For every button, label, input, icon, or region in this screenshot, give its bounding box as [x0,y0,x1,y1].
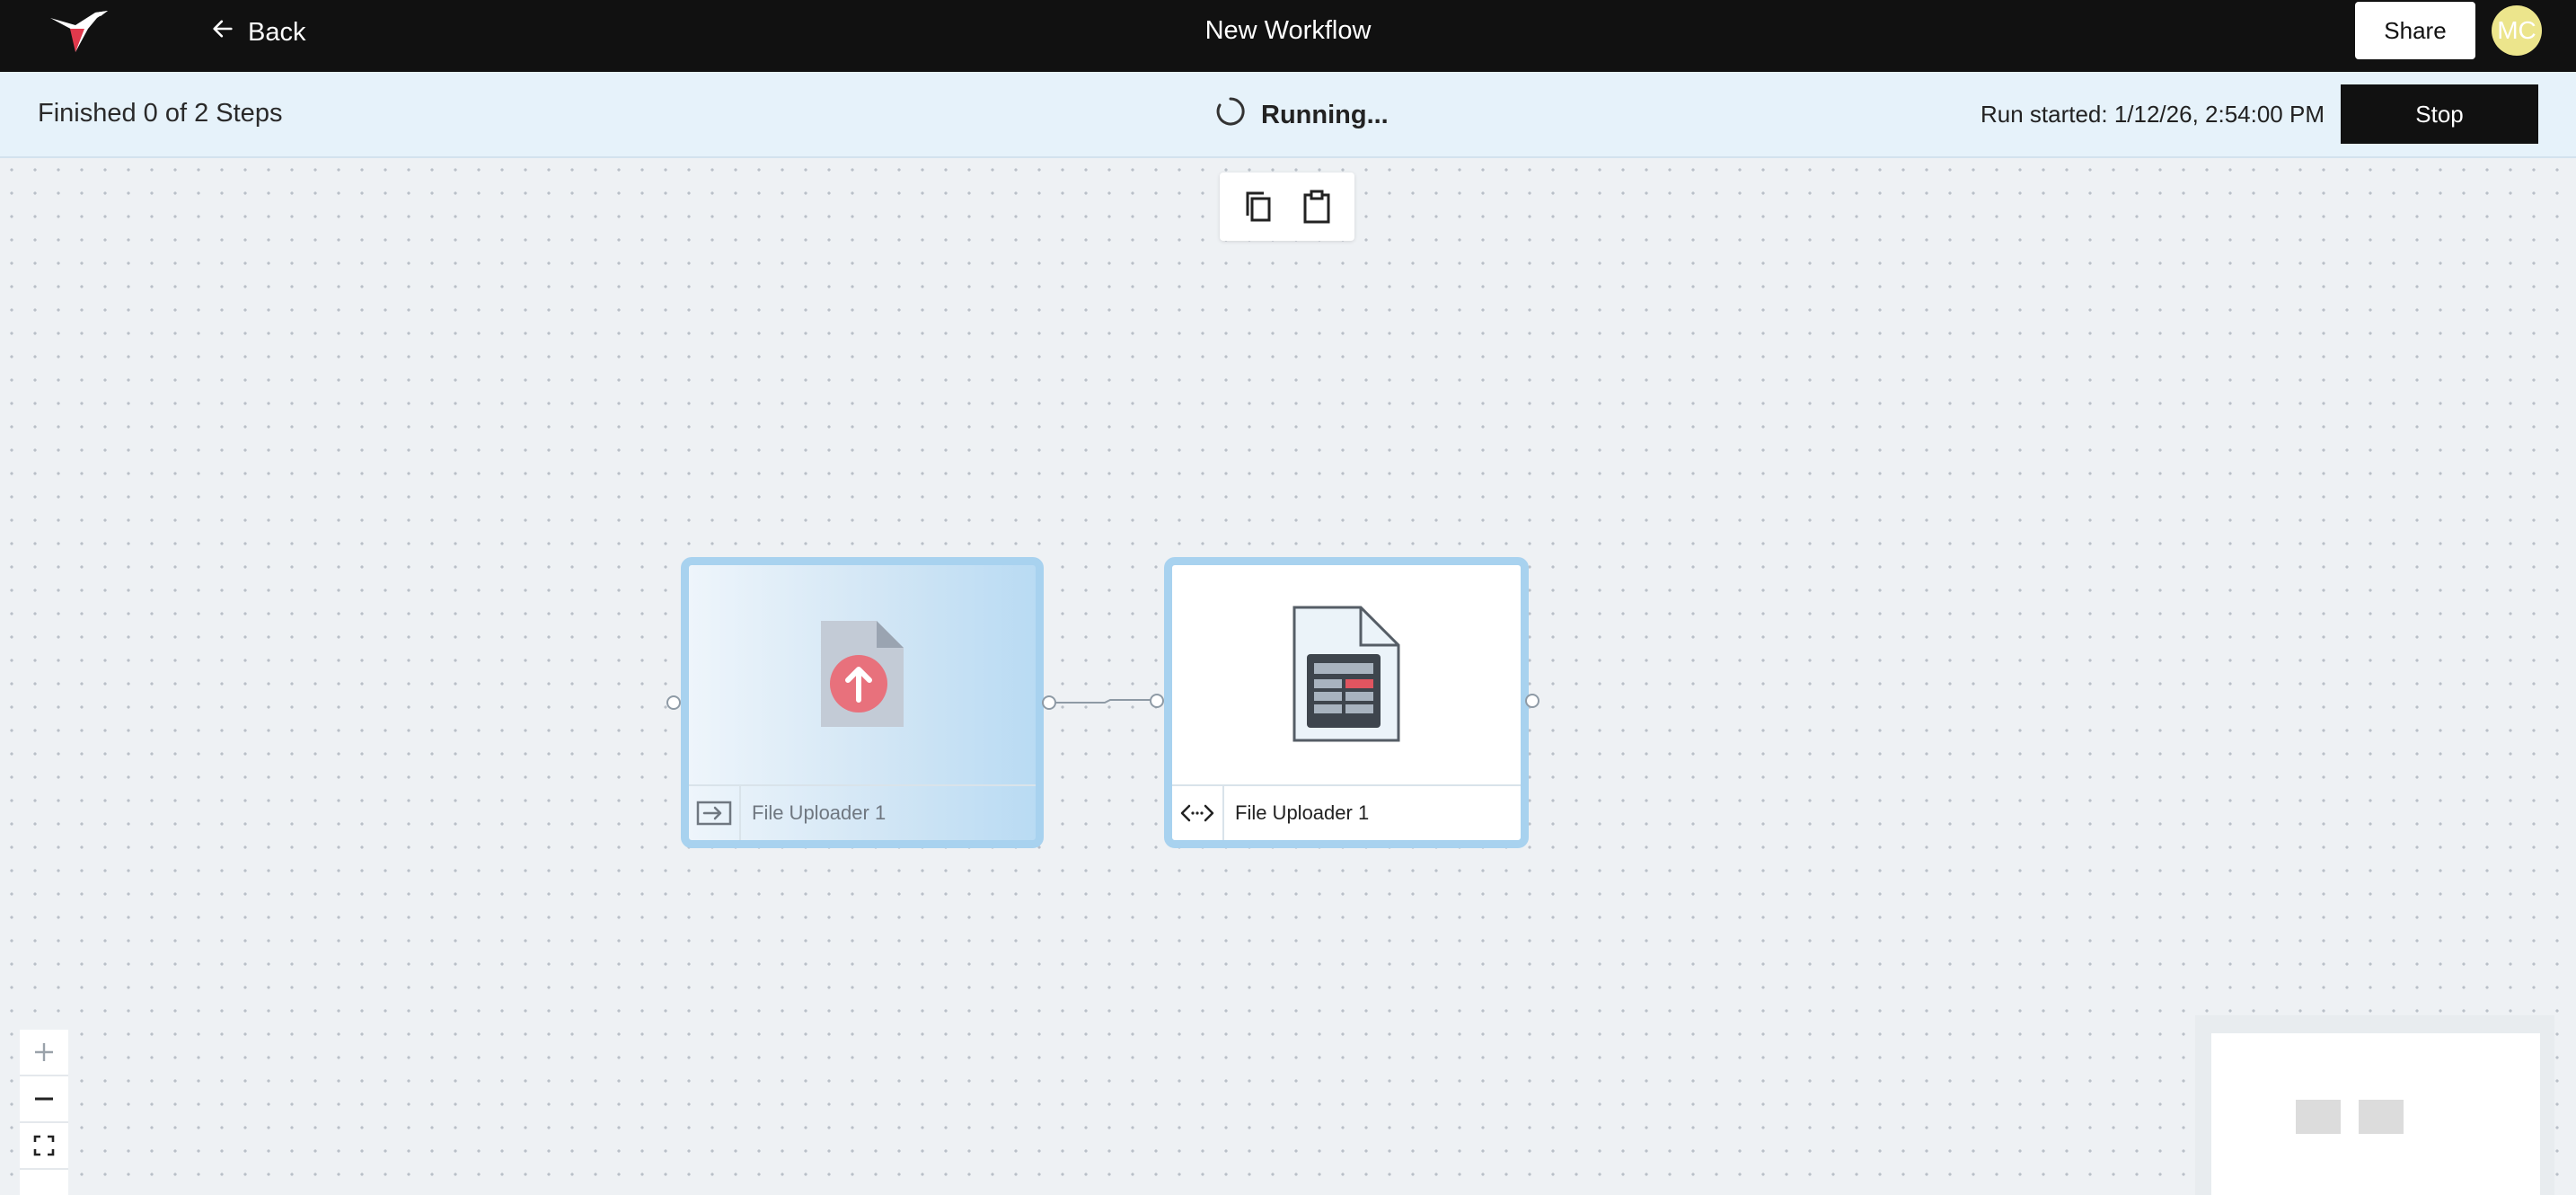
workflow-title: New Workflow [1204,16,1372,45]
running-label: Running... [1261,100,1389,129]
workflow-canvas[interactable]: File Uploader 1 File Uploader 1 [0,158,2576,1195]
code-icon [1172,786,1224,840]
lock-icon[interactable] [20,1170,68,1195]
node-label: File Uploader 1 [1235,801,1370,824]
zoom-controls [20,1030,68,1195]
user-avatar[interactable]: MC [2492,5,2542,56]
node-1-input-port[interactable] [666,695,681,710]
node-body [689,565,1036,786]
workflow-node-spreadsheet[interactable]: File Uploader 1 [1164,557,1529,848]
run-status-bar: Finished 0 of 2 Steps Running... Run sta… [0,72,2576,158]
spinner-icon [1214,95,1247,135]
node-footer: File Uploader 1 [689,784,1036,840]
copy-icon[interactable] [1239,187,1278,226]
fit-view-icon[interactable] [20,1123,68,1170]
node-2-input-port[interactable] [1150,694,1164,708]
running-indicator: Running... [1214,95,1389,135]
minimap-viewport [2211,1033,2540,1195]
back-label: Back [248,17,306,47]
paste-icon[interactable] [1297,187,1337,226]
node-2-output-port[interactable] [1525,694,1539,708]
canvas-toolbar [1220,173,1354,241]
steps-progress-text: Finished 0 of 2 Steps [38,99,283,128]
arrow-left-icon [210,16,235,49]
app-header: Back New Workflow Share MC [0,0,2576,72]
back-button[interactable]: Back [210,13,305,52]
minimap-node [2359,1100,2404,1134]
node-label: File Uploader 1 [752,801,887,824]
canvas-minimap[interactable] [2195,1015,2554,1195]
minimap-node [2296,1100,2341,1134]
input-icon [689,786,741,840]
zoom-in-icon[interactable] [20,1030,68,1076]
zoom-out-icon[interactable] [20,1076,68,1123]
workflow-node-uploader[interactable]: File Uploader 1 [681,557,1044,848]
node-footer: File Uploader 1 [1172,784,1521,840]
node-1-output-port[interactable] [1042,695,1056,710]
stop-button[interactable]: Stop [2341,84,2538,144]
hummingbird-logo[interactable] [49,5,110,61]
file-upload-icon [817,615,907,737]
spreadsheet-file-icon [1291,604,1402,748]
node-body [1172,565,1521,786]
share-button[interactable]: Share [2355,2,2475,59]
run-started-text: Run started: 1/12/26, 2:54:00 PM [1980,101,2325,128]
